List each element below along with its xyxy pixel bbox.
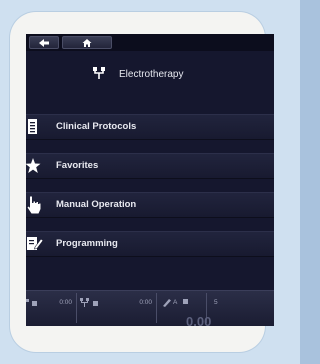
edit-icon: [27, 237, 44, 250]
star-icon: [26, 158, 41, 173]
title-bar: Electrotherapy: [26, 56, 274, 96]
channel-status-1[interactable]: 0:00: [26, 297, 72, 311]
status-divider: [76, 293, 77, 323]
menu-item-programming[interactable]: Programming: [26, 231, 274, 257]
menu-item-label: Clinical Protocols: [56, 121, 137, 132]
channel-time: 5: [214, 299, 218, 306]
back-button[interactable]: [29, 36, 59, 49]
channel-time: 0:00: [59, 299, 72, 306]
home-icon: [82, 38, 92, 47]
menu-item-label: Favorites: [56, 160, 99, 171]
channel-time: 0:00: [139, 299, 152, 306]
back-arrow-icon: [39, 38, 49, 47]
hand-pointer-icon: [27, 196, 41, 214]
channel-status-2[interactable]: 0:00: [80, 297, 152, 311]
status-bar: 0:00 0:00 A 5 0.00: [26, 290, 274, 326]
channel-icon: [183, 299, 188, 304]
menu-item-label: Programming: [56, 238, 118, 249]
intensity-value: 0.00: [186, 314, 212, 326]
clipboard-icon: [28, 119, 37, 134]
edit-icon: [163, 299, 171, 307]
menu-item-clinical-protocols[interactable]: Clinical Protocols: [26, 114, 274, 140]
menu-item-manual-operation[interactable]: Manual Operation: [26, 192, 274, 218]
electrotherapy-icon: [80, 298, 98, 307]
channel-status-3[interactable]: A 5: [160, 297, 274, 311]
menu-item-label: Manual Operation: [56, 199, 137, 210]
background-stripe: [300, 0, 320, 364]
nav-bar: [26, 34, 274, 51]
channel-mode: A: [173, 299, 178, 306]
page-title: Electrotherapy: [119, 69, 184, 80]
menu-item-favorites[interactable]: Favorites: [26, 153, 274, 179]
device-screen: Electrotherapy Clinical Protocols Favori…: [26, 34, 274, 326]
electrotherapy-icon: [93, 67, 105, 79]
home-button[interactable]: [62, 36, 112, 49]
status-divider: [156, 293, 157, 323]
channel-icon: [26, 299, 37, 306]
